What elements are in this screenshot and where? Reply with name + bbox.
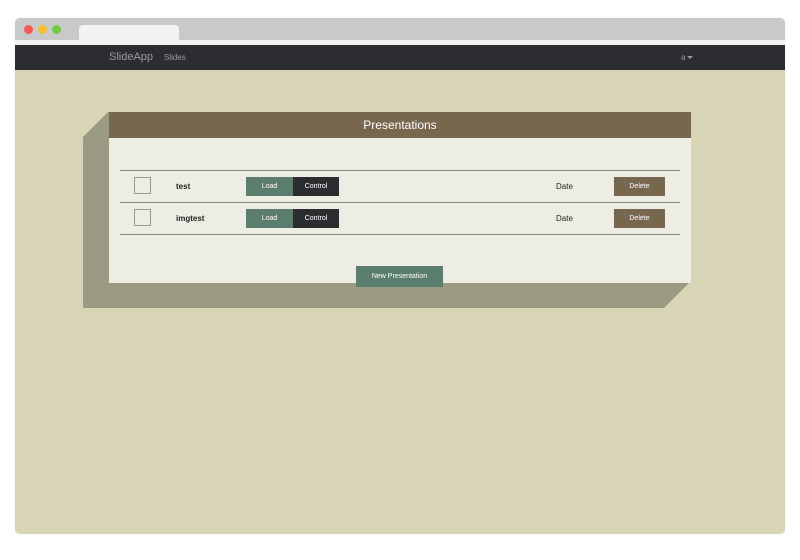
control-button[interactable]: Control	[293, 209, 339, 228]
presentation-name: imgtest	[176, 214, 205, 223]
presentation-row: imgtest Load Control Date Delete	[120, 202, 680, 235]
presentation-name: test	[176, 182, 191, 191]
load-button[interactable]: Load	[246, 209, 293, 228]
maximize-window-icon[interactable]	[52, 25, 61, 34]
panel-title: Presentations	[109, 112, 691, 138]
minimize-window-icon[interactable]	[38, 25, 47, 34]
row-checkbox[interactable]	[134, 209, 151, 226]
load-button[interactable]: Load	[246, 177, 293, 196]
caret-down-icon	[687, 56, 694, 60]
presentation-row: test Load Control Date Delete	[120, 170, 680, 202]
nav-link-slides[interactable]: Slides	[164, 53, 186, 62]
brand-logo[interactable]: SlideApp	[109, 51, 153, 63]
delete-button[interactable]: Delete	[614, 177, 665, 196]
browser-tab[interactable]	[79, 25, 179, 45]
user-menu[interactable]: a	[681, 53, 694, 62]
browser-chrome	[15, 18, 785, 45]
presentation-date: Date	[556, 214, 573, 223]
presentation-date: Date	[556, 182, 573, 191]
top-navbar: SlideApp Slides a	[15, 45, 785, 70]
user-menu-label: a	[681, 53, 686, 62]
row-checkbox[interactable]	[134, 177, 151, 194]
delete-button[interactable]: Delete	[614, 209, 665, 228]
close-window-icon[interactable]	[24, 25, 33, 34]
new-presentation-button[interactable]: New Presentation	[356, 266, 443, 287]
control-button[interactable]: Control	[293, 177, 339, 196]
presentation-list: test Load Control Date Delete imgtest Lo…	[120, 170, 680, 235]
presentations-panel: Presentations test Load Control Date Del…	[109, 112, 691, 287]
